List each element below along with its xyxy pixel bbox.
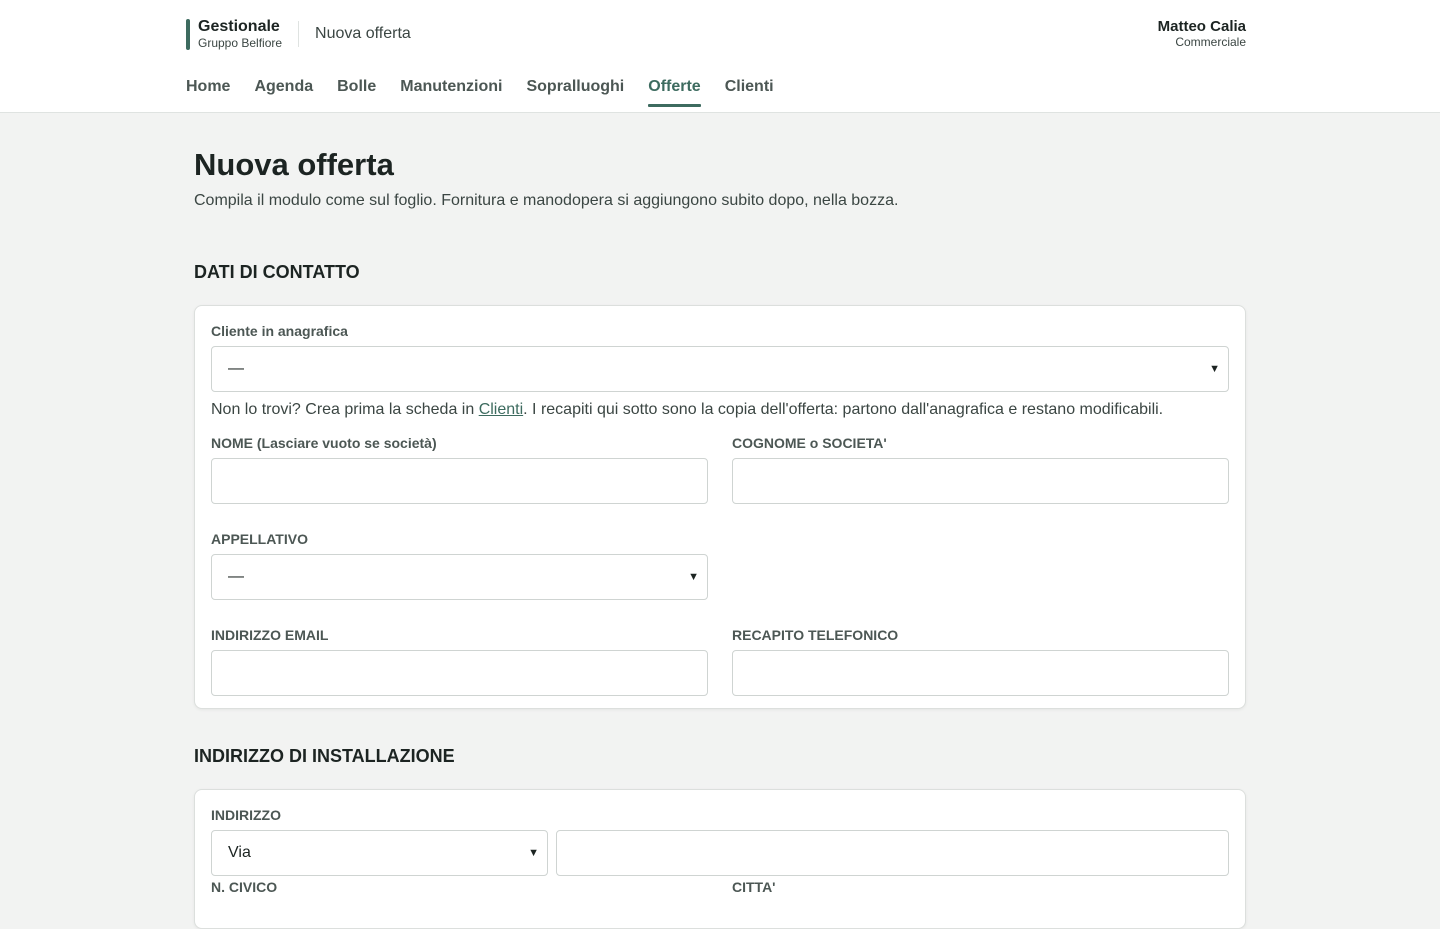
nav-item-home[interactable]: Home — [186, 78, 230, 107]
email-label: INDIRIZZO EMAIL — [211, 627, 329, 643]
page-subtitle: Compila il modulo come sul foglio. Forni… — [194, 192, 899, 209]
nome-row: NOME (Lasciare vuoto se società) COGNOME… — [211, 434, 1229, 504]
user-role: Commerciale — [1175, 35, 1246, 49]
tipo-via-select[interactable]: Via ▼ — [211, 830, 548, 876]
cliente-label: Cliente in anagrafica — [211, 323, 348, 339]
brand[interactable]: Gestionale Gruppo Belfiore Nuova offerta — [186, 18, 411, 50]
brand-name: Gestionale — [198, 18, 280, 35]
cognome-input[interactable] — [732, 458, 1229, 504]
nav-item-agenda[interactable]: Agenda — [254, 78, 313, 107]
chevron-down-icon: ▼ — [528, 847, 539, 859]
cliente-hint-text-2: . I recapiti qui sotto sono la copia del… — [523, 401, 1164, 418]
user-name: Matteo Calia — [1157, 18, 1246, 35]
brand-divider — [298, 21, 300, 47]
telefono-input[interactable] — [732, 650, 1229, 696]
appellativo-label: APPELLATIVO — [211, 531, 308, 547]
recapiti-row: INDIRIZZO EMAIL RECAPITO TELEFONICO — [211, 626, 1229, 696]
email-col: INDIRIZZO EMAIL — [211, 626, 708, 696]
citta-label: CITTA' — [732, 879, 776, 895]
telefono-col: RECAPITO TELEFONICO — [732, 626, 1229, 696]
via-input[interactable] — [556, 830, 1229, 876]
cliente-select-value: — — [228, 360, 244, 377]
nome-col: NOME (Lasciare vuoto se società) — [211, 434, 708, 504]
main-nav: Home Agenda Bolle Manutenzioni Sopralluo… — [186, 78, 798, 107]
brand-subtitle: Gruppo Belfiore — [198, 36, 283, 50]
main-content: Nuova offerta Compila il modulo come sul… — [194, 113, 1246, 929]
brand-accent-bar — [186, 18, 190, 50]
nav-item-sopralluoghi[interactable]: Sopralluoghi — [526, 78, 624, 107]
appellativo-select-value: — — [228, 568, 244, 585]
nav-item-clienti[interactable]: Clienti — [725, 78, 774, 107]
cliente-select[interactable]: — ▼ — [211, 346, 1229, 392]
indirizzo-label: INDIRIZZO — [211, 807, 281, 823]
civico-col: N. CIVICO — [211, 878, 708, 902]
user-menu[interactable]: Matteo Calia Commerciale — [1158, 18, 1246, 49]
telefono-label: RECAPITO TELEFONICO — [732, 627, 899, 643]
top-bar: Gestionale Gruppo Belfiore Nuova offerta… — [0, 0, 1440, 113]
page-title: Nuova offerta — [194, 147, 394, 182]
section-title-installazione: INDIRIZZO DI INSTALLAZIONE — [194, 746, 455, 766]
section-title-contatto: DATI DI CONTATTO — [194, 262, 360, 282]
nav-item-manutenzioni[interactable]: Manutenzioni — [400, 78, 502, 107]
cognome-label: COGNOME o SOCIETA' — [732, 435, 887, 451]
chevron-down-icon: ▼ — [688, 571, 699, 583]
page-breadcrumb: Nuova offerta — [315, 25, 411, 42]
civico-label: N. CIVICO — [211, 879, 278, 895]
nav-item-offerte[interactable]: Offerte — [648, 78, 702, 107]
appellativo-col: APPELLATIVO — ▼ — [211, 530, 708, 600]
appellativo-select[interactable]: — ▼ — [211, 554, 708, 600]
appellativo-row: APPELLATIVO — ▼ — [211, 530, 1229, 600]
brand-text: Gestionale Gruppo Belfiore — [198, 18, 282, 50]
nome-label: NOME (Lasciare vuoto se società) — [211, 435, 437, 451]
installation-card: INDIRIZZO Via ▼ N. CIVICO CITTA' — [194, 789, 1246, 929]
email-input[interactable] — [211, 650, 708, 696]
contact-card: Cliente in anagrafica — ▼ Non lo trovi? … — [194, 305, 1246, 709]
clienti-link[interactable]: Clienti — [479, 401, 523, 418]
tipo-via-value: Via — [228, 844, 251, 861]
cliente-hint-text: Non lo trovi? Crea prima la scheda in — [211, 401, 479, 418]
nav-item-bolle[interactable]: Bolle — [337, 78, 376, 107]
cognome-col: COGNOME o SOCIETA' — [732, 434, 1229, 504]
nome-input[interactable] — [211, 458, 708, 504]
cliente-hint: Non lo trovi? Crea prima la scheda in Cl… — [211, 400, 1229, 420]
citta-col: CITTA' — [732, 878, 1229, 902]
empty-col — [732, 530, 1229, 600]
chevron-down-icon: ▼ — [1209, 363, 1220, 375]
indirizzo-row: Via ▼ — [211, 830, 1229, 876]
civico-row: N. CIVICO CITTA' — [211, 878, 1229, 902]
